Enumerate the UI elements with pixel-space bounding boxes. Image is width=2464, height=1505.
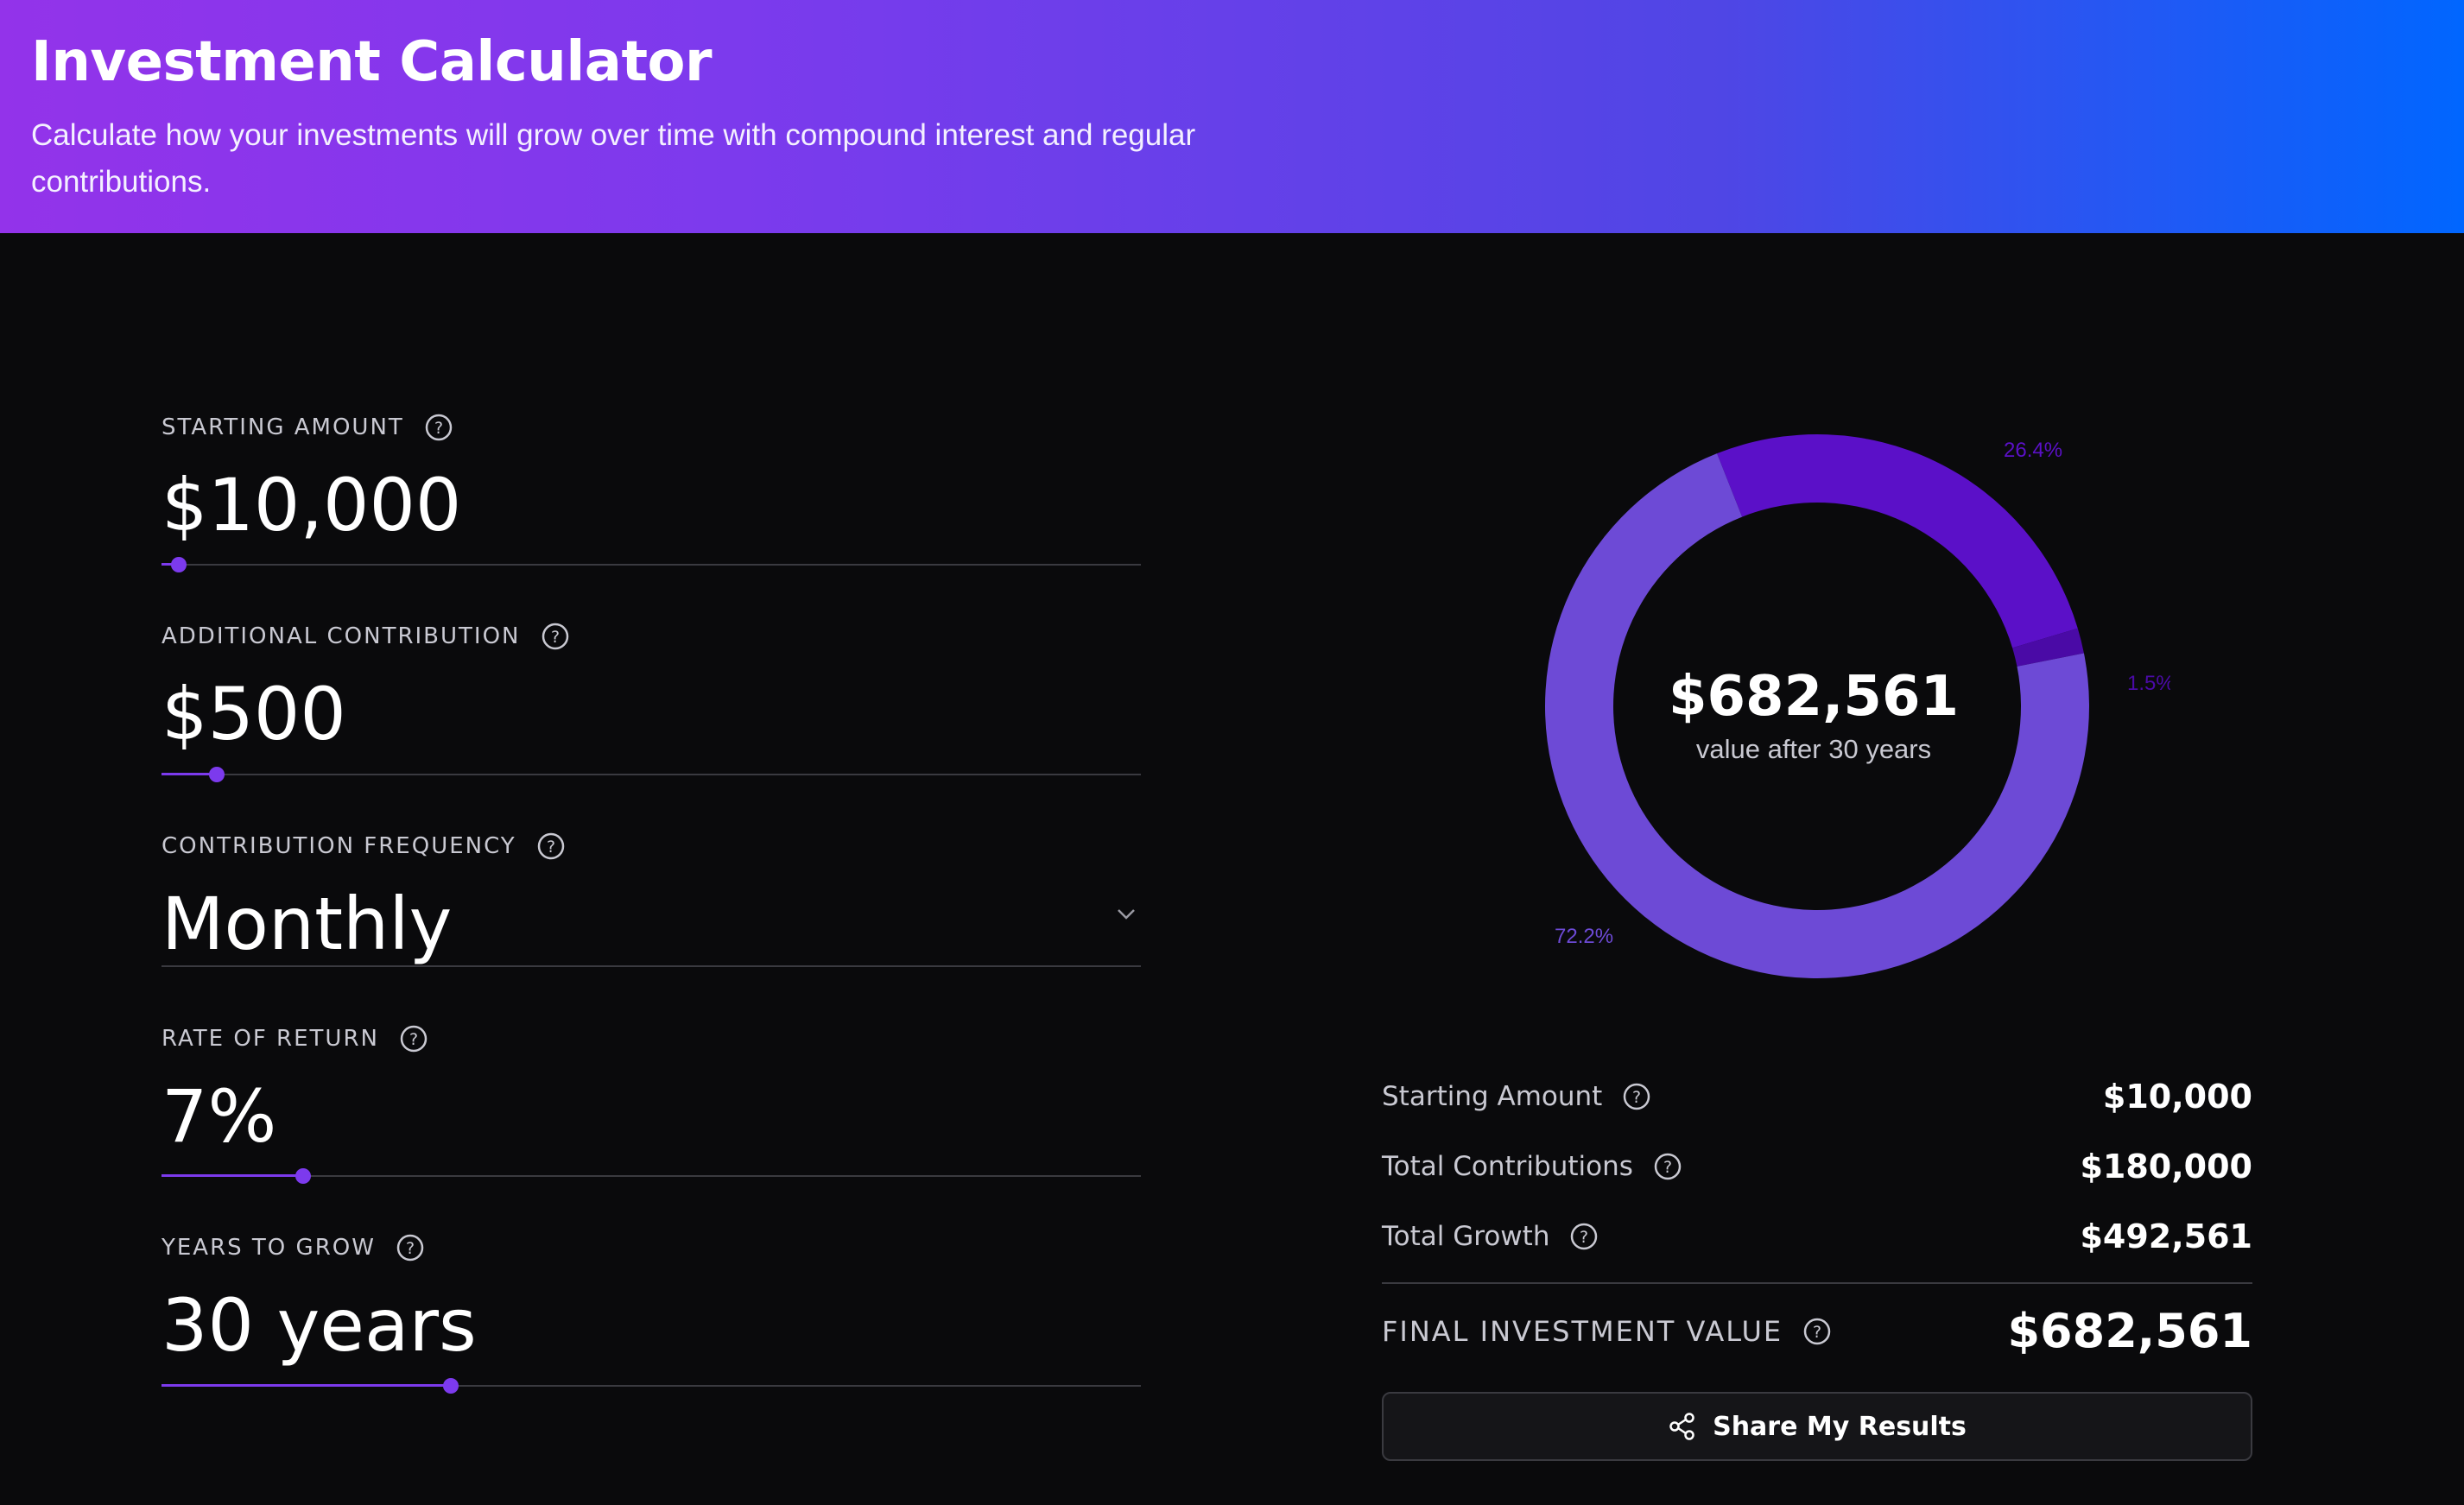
years-to-grow-slider[interactable] bbox=[162, 1378, 1141, 1394]
summary-growth-value: $492,561 bbox=[2080, 1217, 2252, 1255]
slider-fill bbox=[162, 1384, 451, 1387]
help-icon[interactable]: ? bbox=[425, 414, 453, 441]
rate-of-return-value[interactable]: 7% bbox=[162, 1073, 1141, 1160]
slider-thumb[interactable] bbox=[442, 1378, 459, 1394]
summary-row-contributions: Total Contributions ? $180,000 bbox=[1382, 1148, 2252, 1186]
starting-amount-label: STARTING AMOUNT bbox=[162, 414, 404, 440]
chevron-down-icon[interactable] bbox=[1115, 903, 1137, 926]
summary-row-final: FINAL INVESTMENT VALUE ? $682,561 bbox=[1382, 1304, 2252, 1358]
chart-label-contributions: 72.2% bbox=[1555, 925, 1614, 948]
help-icon[interactable]: ? bbox=[542, 623, 569, 650]
starting-amount-field: STARTING AMOUNT ? $10,000 bbox=[162, 410, 1141, 548]
page-header: Investment Calculator Calculate how your… bbox=[0, 0, 2464, 233]
years-to-grow-field: YEARS TO GROW ? 30 years bbox=[162, 1230, 1141, 1369]
slider-thumb[interactable] bbox=[208, 767, 225, 782]
summary-contributions-value: $180,000 bbox=[2080, 1148, 2252, 1186]
svg-text:?: ? bbox=[1632, 1088, 1641, 1107]
svg-text:?: ? bbox=[550, 628, 559, 647]
summary-starting-label: Starting Amount bbox=[1382, 1081, 1603, 1112]
chart-label-starting: 1.5% bbox=[2127, 672, 2170, 695]
help-icon[interactable]: ? bbox=[396, 1234, 424, 1262]
help-icon[interactable]: ? bbox=[537, 832, 565, 860]
slider-fill bbox=[162, 1174, 304, 1177]
starting-amount-value[interactable]: $10,000 bbox=[162, 462, 1141, 548]
summary-divider bbox=[1382, 1282, 2252, 1284]
share-button-label: Share My Results bbox=[1713, 1411, 1967, 1442]
additional-contribution-value[interactable]: $500 bbox=[162, 671, 1141, 757]
contribution-frequency-label: CONTRIBUTION FREQUENCY bbox=[162, 833, 516, 859]
help-icon[interactable]: ? bbox=[1654, 1153, 1682, 1180]
help-icon[interactable]: ? bbox=[400, 1025, 428, 1053]
final-value-label: FINAL INVESTMENT VALUE bbox=[1382, 1314, 1783, 1348]
help-icon[interactable]: ? bbox=[1803, 1318, 1831, 1345]
svg-text:?: ? bbox=[1663, 1158, 1672, 1177]
svg-text:?: ? bbox=[547, 838, 555, 857]
years-to-grow-label: YEARS TO GROW bbox=[162, 1235, 376, 1261]
slider-fill bbox=[162, 773, 217, 775]
donut-center-value: $682,561 bbox=[1668, 665, 1960, 729]
additional-contribution-label: ADDITIONAL CONTRIBUTION bbox=[162, 623, 521, 649]
additional-contribution-field: ADDITIONAL CONTRIBUTION ? $500 bbox=[162, 619, 1141, 757]
contribution-frequency-underline bbox=[162, 965, 1141, 967]
rate-of-return-label: RATE OF RETURN bbox=[162, 1026, 379, 1052]
summary-growth-label: Total Growth bbox=[1382, 1221, 1550, 1252]
summary-row-growth: Total Growth ? $492,561 bbox=[1382, 1217, 2252, 1255]
slider-thumb[interactable] bbox=[295, 1168, 312, 1184]
donut-slice-total-growth[interactable] bbox=[1717, 434, 2078, 648]
svg-text:?: ? bbox=[409, 1030, 418, 1049]
years-to-grow-value[interactable]: 30 years bbox=[162, 1282, 1141, 1369]
summary-starting-value: $10,000 bbox=[2102, 1078, 2252, 1116]
rate-of-return-slider[interactable] bbox=[162, 1168, 1141, 1184]
svg-text:?: ? bbox=[1813, 1323, 1821, 1342]
additional-contribution-slider[interactable] bbox=[162, 767, 1141, 782]
donut-center-subtitle: value after 30 years bbox=[1695, 734, 1932, 764]
svg-text:?: ? bbox=[1580, 1228, 1588, 1247]
rate-of-return-field: RATE OF RETURN ? 7% bbox=[162, 1021, 1141, 1160]
help-icon[interactable]: ? bbox=[1623, 1083, 1650, 1110]
share-icon bbox=[1669, 1413, 1694, 1440]
starting-amount-slider[interactable] bbox=[162, 557, 1141, 572]
help-icon[interactable]: ? bbox=[1570, 1223, 1598, 1250]
page-subtitle: Calculate how your investments will grow… bbox=[31, 118, 1196, 199]
svg-text:?: ? bbox=[434, 419, 443, 438]
svg-text:?: ? bbox=[406, 1239, 415, 1258]
summary-contributions-label: Total Contributions bbox=[1382, 1151, 1633, 1182]
contribution-frequency-select[interactable]: Monthly bbox=[162, 881, 1141, 967]
page-title: Investment Calculator bbox=[31, 30, 713, 94]
share-results-button[interactable]: Share My Results bbox=[1382, 1392, 2252, 1461]
summary-row-starting: Starting Amount ? $10,000 bbox=[1382, 1078, 2252, 1116]
chart-label-growth: 26.4% bbox=[2004, 439, 2063, 462]
final-value-amount: $682,561 bbox=[2007, 1304, 2252, 1358]
slider-thumb[interactable] bbox=[171, 557, 187, 572]
contribution-frequency-field: CONTRIBUTION FREQUENCY ? Monthly bbox=[162, 829, 1141, 967]
